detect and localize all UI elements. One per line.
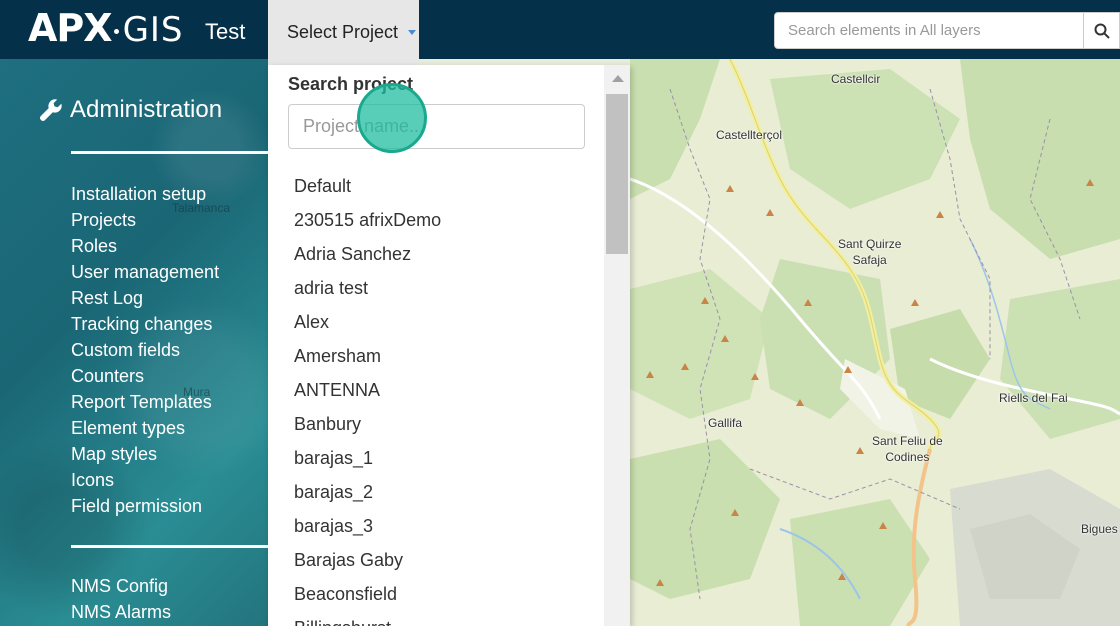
sidebar-divider	[71, 151, 268, 154]
map-place-label: Gallifa	[708, 416, 743, 430]
admin-menu-nms: NMS Config NMS Alarms	[71, 573, 171, 625]
project-option[interactable]: barajas_3	[294, 513, 441, 547]
map-place-label: Sant Quirze Safaja	[838, 237, 902, 267]
scroll-up-arrow-icon[interactable]	[612, 75, 624, 82]
menu-item-projects[interactable]: Projects	[71, 207, 219, 233]
map-place-label: Sant Feliu de Codines	[872, 434, 943, 464]
map-place-label: Riells del Fai	[999, 391, 1068, 405]
project-option[interactable]: adria test	[294, 275, 441, 309]
admin-menu-main: Installation setup Projects Roles User m…	[71, 181, 219, 519]
menu-item-field-permission[interactable]: Field permission	[71, 493, 219, 519]
search-icon	[1094, 23, 1110, 39]
project-option[interactable]: Default	[294, 173, 441, 207]
menu-item-tracking-changes[interactable]: Tracking changes	[71, 311, 219, 337]
project-list: Default 230515 afrixDemo Adria Sanchez a…	[294, 173, 441, 626]
administration-title: Administration	[70, 96, 223, 123]
project-option[interactable]: Banbury	[294, 411, 441, 445]
map-background	[630, 59, 1120, 626]
menu-item-nms-config[interactable]: NMS Config	[71, 573, 171, 599]
project-option[interactable]: Barajas Gaby	[294, 547, 441, 581]
menu-item-icons[interactable]: Icons	[71, 467, 219, 493]
search-elements-input[interactable]: Search elements in All layers	[774, 12, 1084, 49]
map-canvas[interactable]: Castellcir Castellterçol Sant Quirze Saf…	[630, 59, 1120, 626]
top-navbar: APX GIS Test Search elements in All layer…	[0, 0, 1120, 59]
caret-down-icon	[408, 30, 416, 35]
project-option[interactable]: Alex	[294, 309, 441, 343]
sidebar-divider	[71, 545, 268, 548]
project-option[interactable]: Beaconsfield	[294, 581, 441, 615]
menu-item-user-management[interactable]: User management	[71, 259, 219, 285]
apx-gis-logo[interactable]: APX GIS	[28, 6, 184, 50]
project-option[interactable]: ANTENNA	[294, 377, 441, 411]
select-project-label: Select Project	[287, 22, 399, 42]
project-name-input[interactable]: Project name...	[288, 104, 585, 149]
menu-item-installation-setup[interactable]: Installation setup	[71, 181, 219, 207]
project-option[interactable]: barajas_1	[294, 445, 441, 479]
menu-item-map-styles[interactable]: Map styles	[71, 441, 219, 467]
admin-sidebar: Talamanca Mura Administration Installati…	[0, 59, 268, 626]
project-option[interactable]: Billingshurst	[294, 615, 441, 626]
scrollbar-thumb[interactable]	[606, 94, 628, 254]
project-option[interactable]: 230515 afrixDemo	[294, 207, 441, 241]
menu-item-roles[interactable]: Roles	[71, 233, 219, 259]
select-project-dropdown-toggle[interactable]: Select Project	[268, 0, 419, 65]
logo-text-apx: APX	[28, 6, 113, 50]
administration-heading: Administration	[38, 96, 222, 124]
menu-item-custom-fields[interactable]: Custom fields	[71, 337, 219, 363]
wrench-icon	[39, 99, 62, 122]
click-indicator	[357, 83, 427, 153]
menu-item-element-types[interactable]: Element types	[71, 415, 219, 441]
project-option[interactable]: barajas_2	[294, 479, 441, 513]
search-button[interactable]	[1084, 12, 1120, 49]
menu-item-nms-alarms[interactable]: NMS Alarms	[71, 599, 171, 625]
project-dropdown-panel: Search project Project name... Default 2…	[268, 65, 630, 626]
map-place-label: Bigues	[1081, 522, 1118, 536]
logo-text-gis: GIS	[122, 10, 184, 50]
project-option[interactable]: Amersham	[294, 343, 441, 377]
menu-item-report-templates[interactable]: Report Templates	[71, 389, 219, 415]
map-place-label: Castellterçol	[716, 128, 783, 142]
map-place-label: Castellcir	[831, 72, 881, 86]
menu-item-counters[interactable]: Counters	[71, 363, 219, 389]
project-list-scrollbar[interactable]	[604, 65, 630, 626]
current-project-name: Test	[205, 19, 246, 44]
menu-item-rest-log[interactable]: Rest Log	[71, 285, 219, 311]
project-option[interactable]: Adria Sanchez	[294, 241, 441, 275]
logo-dot	[113, 29, 119, 34]
